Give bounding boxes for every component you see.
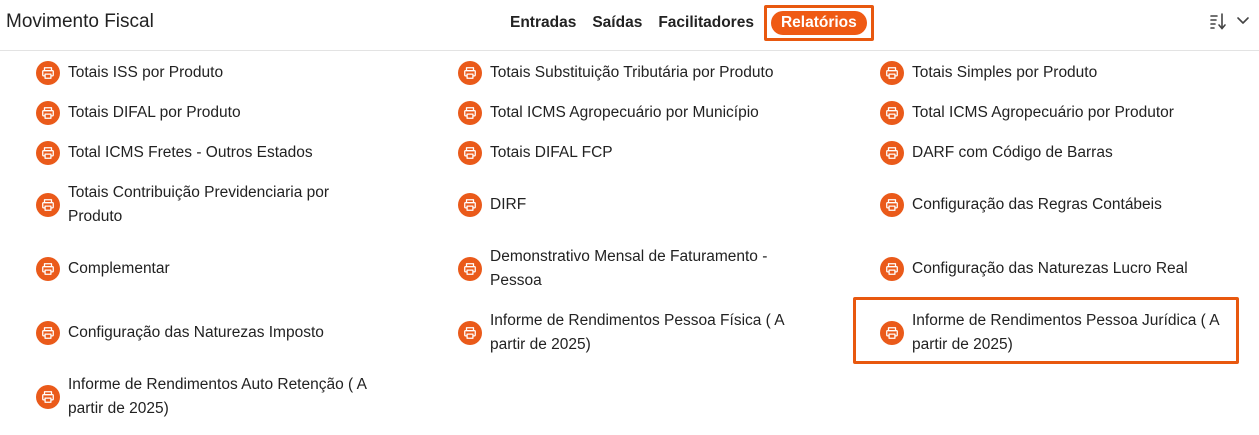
printer-icon — [36, 257, 60, 281]
report-label: Total ICMS Agropecuário por Município — [490, 104, 759, 121]
printer-icon — [880, 257, 904, 281]
report-item[interactable]: Configuração das Naturezas Lucro Real — [880, 257, 1242, 281]
report-item[interactable]: Totais DIFAL FCP — [458, 141, 810, 165]
report-label: Configuração das Naturezas Lucro Real — [912, 260, 1188, 277]
printer-icon — [880, 141, 904, 165]
report-label: DARF com Código de Barras — [912, 144, 1113, 161]
tab-facilitadores[interactable]: Facilitadores — [652, 10, 760, 36]
report-item[interactable]: Totais DIFAL por Produto — [36, 101, 368, 125]
page-title: Movimento Fiscal — [6, 11, 154, 32]
printer-icon — [36, 101, 60, 125]
printer-icon — [458, 193, 482, 217]
report-label: Informe de Rendimentos Auto Retenção ( A… — [68, 376, 367, 417]
report-label: Total ICMS Fretes - Outros Estados — [68, 144, 313, 161]
sort-icon — [1210, 13, 1226, 30]
report-item[interactable]: Totais Contribuição Previdenciaria por P… — [36, 181, 368, 229]
printer-icon — [36, 141, 60, 165]
printer-icon — [458, 101, 482, 125]
top-bar: Movimento Fiscal Entradas Saídas Facilit… — [0, 0, 1259, 51]
report-item[interactable]: Informe de Rendimentos Pessoa Jurídica (… — [880, 309, 1242, 357]
report-label: Totais DIFAL FCP — [490, 144, 613, 161]
report-label: Totais ISS por Produto — [68, 64, 224, 81]
report-item[interactable]: Total ICMS Agropecuário por Município — [458, 101, 810, 125]
report-item[interactable]: Totais Substituição Tributária por Produ… — [458, 61, 810, 85]
tab-entradas[interactable]: Entradas — [504, 10, 582, 36]
report-item[interactable]: Informe de Rendimentos Pessoa Física ( A… — [458, 309, 810, 357]
tab-relatorios[interactable]: Relatórios — [770, 11, 867, 35]
report-item[interactable]: Total ICMS Agropecuário por Produtor — [880, 101, 1242, 125]
report-label: Totais Contribuição Previdenciaria por P… — [68, 184, 330, 225]
printer-icon — [458, 257, 482, 281]
report-label: Totais Substituição Tributária por Produ… — [490, 64, 774, 81]
report-label: Informe de Rendimentos Pessoa Física ( A… — [490, 312, 784, 353]
report-item[interactable]: Demonstrativo Mensal de Faturamento - Pe… — [458, 245, 810, 293]
tab-saidas[interactable]: Saídas — [586, 10, 648, 36]
sort-button[interactable] — [1208, 11, 1250, 31]
printer-icon — [880, 101, 904, 125]
report-label: Complementar — [68, 260, 170, 277]
report-label: Informe de Rendimentos Pessoa Jurídica (… — [912, 312, 1219, 353]
printer-icon — [458, 321, 482, 345]
report-item[interactable]: Total ICMS Fretes - Outros Estados — [36, 141, 368, 165]
report-label: Configuração das Regras Contábeis — [912, 196, 1162, 213]
printer-icon — [880, 193, 904, 217]
report-item[interactable]: Informe de Rendimentos Auto Retenção ( A… — [36, 373, 368, 421]
printer-icon — [36, 193, 60, 217]
report-label: Total ICMS Agropecuário por Produtor — [912, 104, 1174, 121]
report-item[interactable]: DIRF — [458, 193, 810, 217]
printer-icon — [36, 321, 60, 345]
report-item[interactable]: Configuração das Naturezas Imposto — [36, 321, 368, 345]
report-item[interactable]: Configuração das Regras Contábeis — [880, 193, 1242, 217]
report-item[interactable]: Totais Simples por Produto — [880, 61, 1242, 85]
report-item[interactable]: Complementar — [36, 257, 368, 281]
report-label: Configuração das Naturezas Imposto — [68, 324, 324, 341]
tab-relatorios-highlight: Relatórios — [763, 5, 874, 41]
reports-grid: Totais ISS por Produto Totais Substituiçã… — [0, 51, 1259, 435]
printer-icon — [36, 385, 60, 409]
report-item[interactable]: DARF com Código de Barras — [880, 141, 1242, 165]
tab-bar: Entradas Saídas Facilitadores Relatórios — [504, 5, 874, 41]
printer-icon — [880, 321, 904, 345]
report-label: Demonstrativo Mensal de Faturamento - Pe… — [490, 248, 768, 289]
printer-icon — [458, 141, 482, 165]
report-label: DIRF — [490, 196, 527, 213]
printer-icon — [880, 61, 904, 85]
report-item[interactable]: Totais ISS por Produto — [36, 61, 368, 85]
chevron-down-icon — [1237, 17, 1249, 24]
printer-icon — [458, 61, 482, 85]
printer-icon — [36, 61, 60, 85]
report-label: Totais DIFAL por Produto — [68, 104, 241, 121]
report-label: Totais Simples por Produto — [912, 64, 1098, 81]
